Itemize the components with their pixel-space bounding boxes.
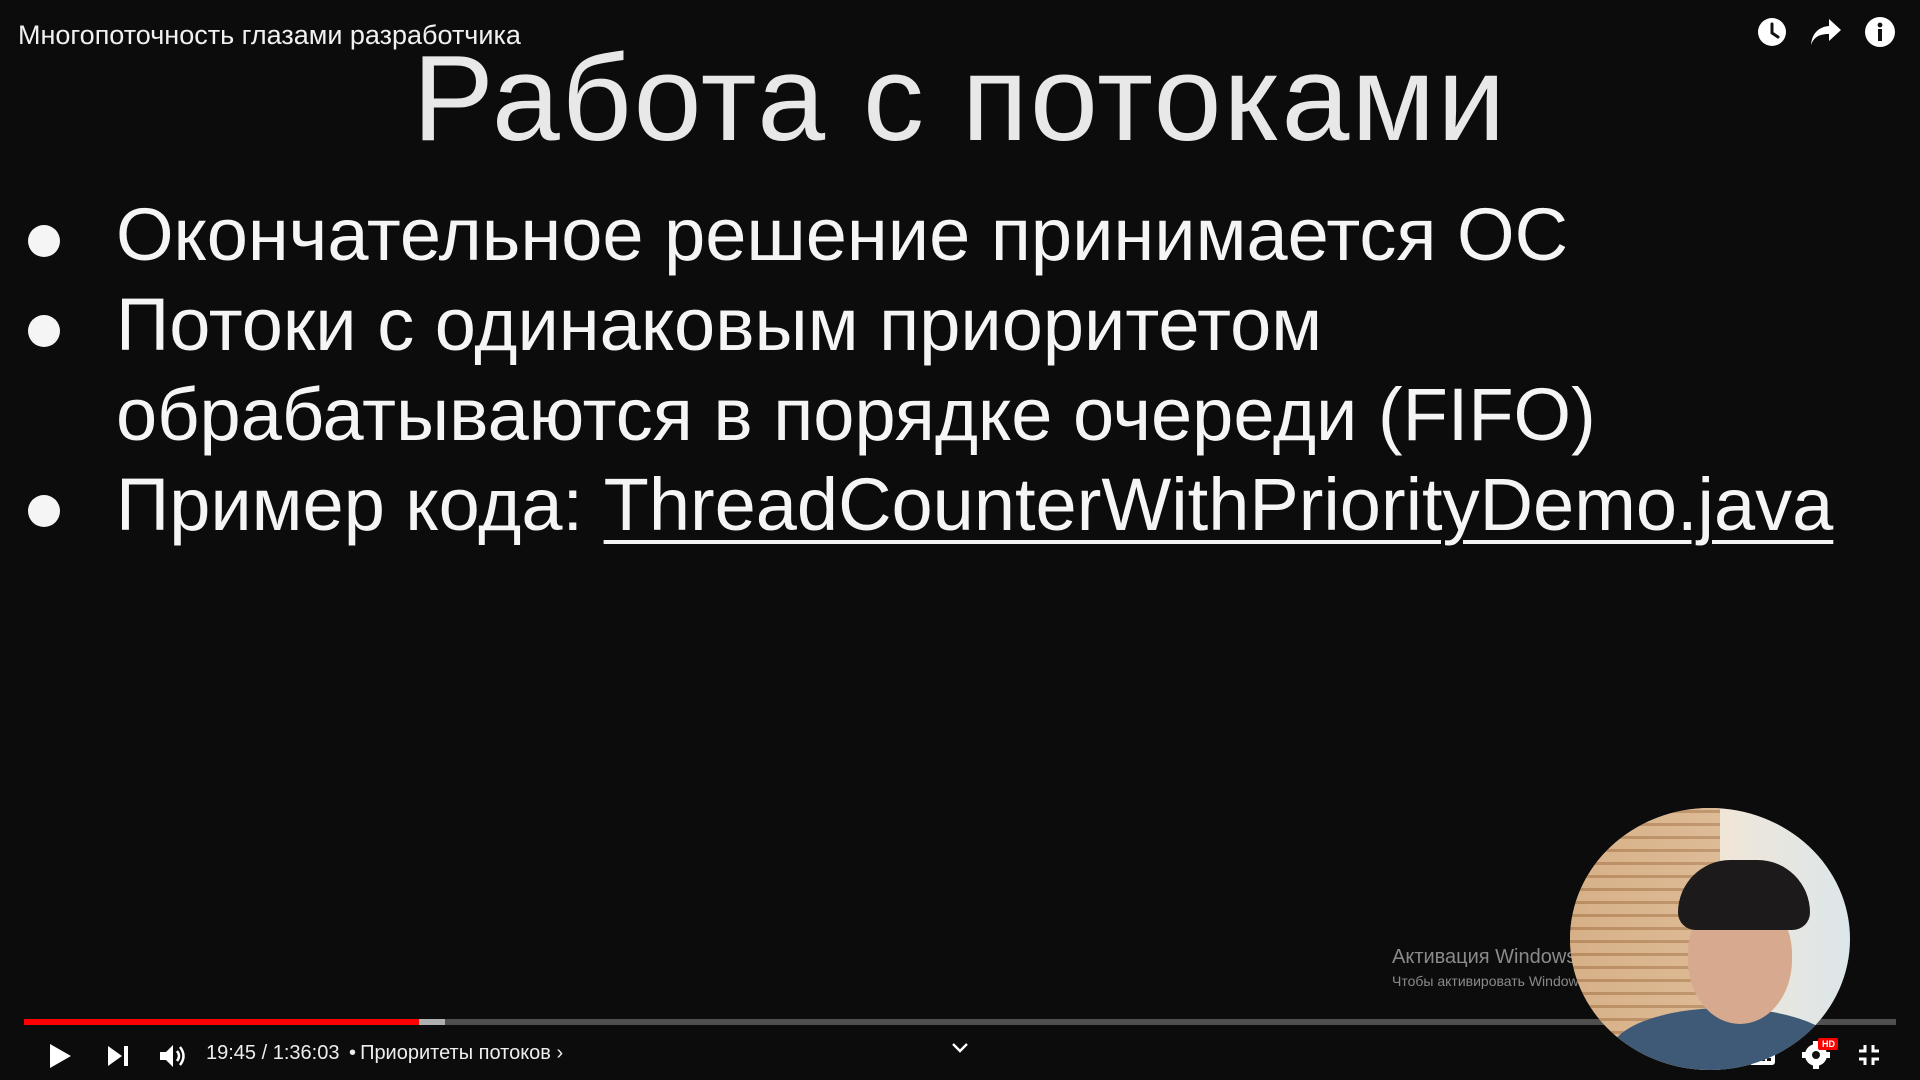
volume-icon [160, 1045, 185, 1067]
bullet-text: Пример кода: [116, 463, 604, 546]
bullet-dot [28, 495, 60, 527]
exit-fullscreen-button[interactable] [1854, 1040, 1884, 1070]
share-icon[interactable] [1808, 14, 1844, 50]
chapter-title[interactable]: Приоритеты потоков [360, 1042, 551, 1064]
bullet-dot [28, 225, 60, 257]
total-time: 1:36:03 [272, 1042, 340, 1064]
next-icon [108, 1046, 128, 1066]
time-display: 19:45 / 1:36:03 • Приоритеты потоков › [206, 1042, 563, 1065]
chevron-right-icon[interactable]: › [557, 1042, 564, 1064]
current-time: 19:45 [206, 1042, 257, 1064]
progress-buffered [418, 1019, 445, 1025]
watch-later-icon[interactable] [1754, 14, 1790, 50]
code-file-link: ThreadCounterWithPriorityDemo.java [603, 463, 1834, 546]
time-separator: / [261, 1042, 268, 1064]
slide-bullet: Окончательное решение принимается ОС [0, 190, 1920, 280]
info-icon[interactable] [1862, 14, 1898, 50]
play-icon [50, 1044, 71, 1068]
chapter-separator: • [349, 1042, 357, 1064]
top-controls [1754, 14, 1898, 50]
chevron-down-icon [952, 1043, 968, 1053]
bullet-text: Потоки с одинаковым приоритетом обрабаты… [116, 283, 1596, 456]
presenter-hair [1678, 860, 1810, 930]
video-title[interactable]: Многопоточность глазами разработчика [18, 20, 521, 51]
next-button[interactable] [100, 1038, 136, 1074]
exit-fullscreen-icon [1859, 1045, 1879, 1065]
expand-chapters-button[interactable] [948, 1036, 972, 1060]
volume-button[interactable] [154, 1038, 192, 1074]
progress-played [24, 1019, 419, 1025]
bullet-text: Окончательное решение принимается ОС [116, 193, 1569, 276]
webcam-overlay [1570, 808, 1850, 1070]
slide-bullet: Потоки с одинаковым приоритетом обрабаты… [0, 280, 1636, 460]
play-button[interactable] [42, 1038, 78, 1074]
slide-bullet: Пример кода: ThreadCounterWithPriorityDe… [0, 460, 1920, 550]
slide-bullet-list: Окончательное решение принимается ОС Пот… [0, 190, 1920, 550]
bullet-dot [28, 315, 60, 347]
